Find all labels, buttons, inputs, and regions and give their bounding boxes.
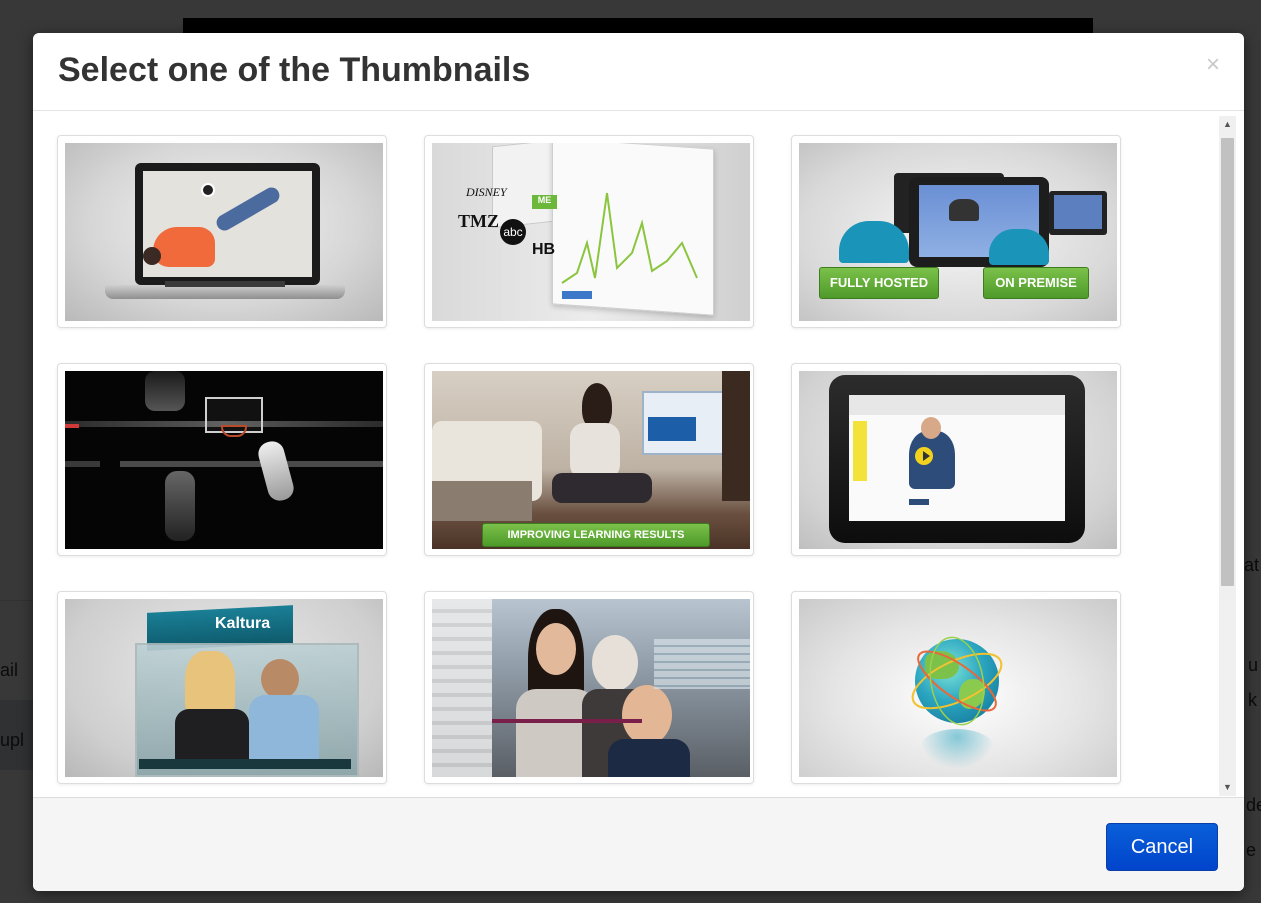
thumbnail-image-tablet xyxy=(799,371,1117,549)
thumbnail-image-hosting: FULLY HOSTED ON PREMISE xyxy=(799,143,1117,321)
thumbnail-option[interactable]: ME DISNEY TMZ abc HB xyxy=(424,135,754,328)
brand-logo-text: DISNEY xyxy=(466,185,507,199)
thumbnail-image-learning: IMPROVING LEARNING RESULTS xyxy=(432,371,750,549)
modal-header: Select one of the Thumbnails × xyxy=(33,33,1244,111)
scroll-up-icon[interactable]: ▲ xyxy=(1219,116,1236,133)
thumbnail-image-basketball xyxy=(65,371,383,549)
line-chart-graphic xyxy=(561,192,698,284)
cancel-button[interactable]: Cancel xyxy=(1106,823,1218,871)
brand-logo-text: abc xyxy=(500,219,526,245)
brand-logo-text: HB xyxy=(532,241,556,258)
badge-improving-learning: IMPROVING LEARNING RESULTS xyxy=(482,523,710,547)
modal-title: Select one of the Thumbnails xyxy=(58,51,531,89)
close-icon[interactable]: × xyxy=(1206,53,1220,77)
scroll-thumb[interactable] xyxy=(1221,138,1234,586)
modal-scrollbar[interactable]: ▲ ▼ xyxy=(1219,116,1236,796)
kaltura-logo-text: Kaltura xyxy=(215,615,271,632)
globe-orbit-lines xyxy=(911,636,1003,726)
thumbnail-image-analytics: ME DISNEY TMZ abc HB xyxy=(432,143,750,321)
thumbnail-image-laptop xyxy=(65,143,383,321)
thumbnail-option[interactable] xyxy=(424,591,754,784)
modal-body: ME DISNEY TMZ abc HB FULLY HOSTED ON PRE… xyxy=(33,111,1244,797)
badge-fully-hosted: FULLY HOSTED xyxy=(819,267,939,299)
thumbnail-option[interactable]: Kaltura xyxy=(57,591,387,784)
brand-logo-text: TMZ xyxy=(458,211,500,231)
thumbnail-image-kaltura: Kaltura xyxy=(65,599,383,777)
thumbnail-option[interactable] xyxy=(57,135,387,328)
modal-footer: Cancel xyxy=(33,797,1244,891)
thumbnail-image-video-call xyxy=(432,599,750,777)
thumbnail-option[interactable] xyxy=(791,363,1121,556)
scroll-down-icon[interactable]: ▼ xyxy=(1219,779,1236,796)
badge-on-premise: ON PREMISE xyxy=(983,267,1089,299)
thumbnail-option[interactable] xyxy=(791,591,1121,784)
thumbnail-option[interactable]: IMPROVING LEARNING RESULTS xyxy=(424,363,754,556)
thumbnail-image-globe xyxy=(799,599,1117,777)
thumbnail-option[interactable]: FULLY HOSTED ON PREMISE xyxy=(791,135,1121,328)
thumbnail-select-modal: Select one of the Thumbnails × ME DISNEY… xyxy=(33,33,1244,891)
thumbnail-option[interactable] xyxy=(57,363,387,556)
